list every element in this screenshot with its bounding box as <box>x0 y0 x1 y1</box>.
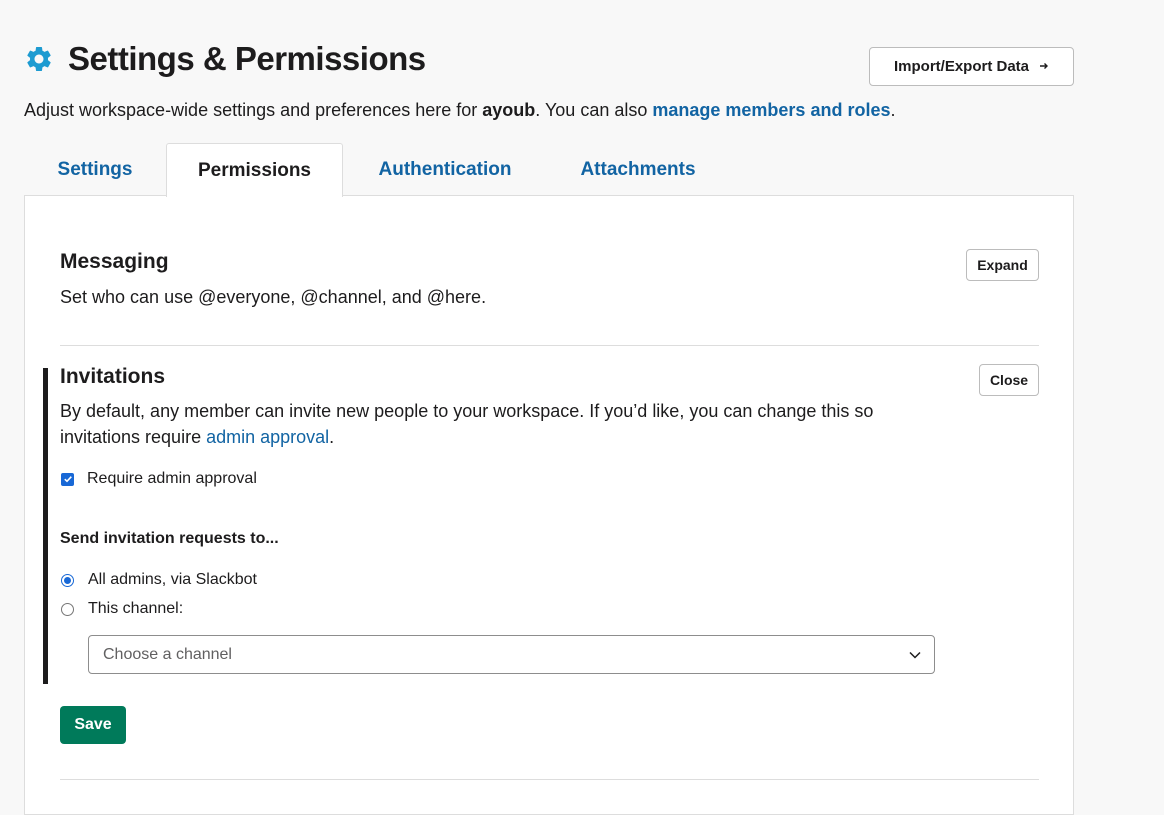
tab-settings[interactable]: Settings <box>24 143 166 196</box>
page-title: Settings & Permissions <box>68 40 426 77</box>
invitations-close-button[interactable]: Close <box>979 364 1039 396</box>
page-subtitle: Adjust workspace-wide settings and prefe… <box>24 100 896 121</box>
all-admins-label: All admins, via Slackbot <box>88 571 257 588</box>
require-approval-checkbox[interactable] <box>61 472 74 486</box>
radio-option-all-admins[interactable]: All admins, via Slackbot <box>61 571 257 589</box>
import-export-label: Import/Export Data <box>893 58 1029 75</box>
checkmark-icon <box>63 476 72 483</box>
this-channel-label: This channel: <box>88 600 184 617</box>
radio-option-this-channel[interactable]: This channel: <box>61 600 183 618</box>
manage-members-link[interactable]: manage members and roles <box>652 100 890 120</box>
save-button[interactable]: Save <box>60 706 126 744</box>
this-channel-radio[interactable] <box>61 602 74 616</box>
section-divider <box>60 345 1039 346</box>
messaging-description: Set who can use @everyone, @channel, and… <box>60 287 487 307</box>
workspace-name: ayoub <box>482 100 536 120</box>
invitations-description-suffix: . <box>329 427 335 447</box>
invitations-title: Invitations <box>60 365 166 388</box>
arrow-right-icon <box>1039 60 1049 74</box>
channel-select-placeholder: Choose a channel <box>103 645 232 663</box>
invitations-description-line2: invitations require <box>60 427 207 447</box>
channel-select[interactable]: Choose a channel <box>88 635 935 674</box>
settings-tabs: Settings Permissions Authentication Atta… <box>24 143 729 197</box>
section-divider-bottom <box>60 779 1039 780</box>
tab-authentication[interactable]: Authentication <box>343 143 547 196</box>
subtitle-suffix: . <box>890 100 896 120</box>
messaging-title: Messaging <box>60 250 169 273</box>
subtitle-prefix: Adjust workspace-wide settings and prefe… <box>24 100 483 120</box>
tab-permissions[interactable]: Permissions <box>166 143 343 197</box>
messaging-expand-button[interactable]: Expand <box>966 249 1039 281</box>
admin-approval-link[interactable]: admin approval <box>206 427 329 447</box>
chevron-down-icon <box>909 651 921 659</box>
active-section-indicator <box>43 368 48 684</box>
permissions-panel: Messaging Set who can use @everyone, @ch… <box>24 195 1074 815</box>
invitations-description: By default, any member can invite new pe… <box>60 398 960 450</box>
import-export-button[interactable]: Import/Export Data <box>869 47 1074 86</box>
gear-icon <box>24 44 54 74</box>
invitations-description-line1: By default, any member can invite new pe… <box>60 401 874 421</box>
require-approval-label: Require admin approval <box>87 470 257 487</box>
send-requests-heading: Send invitation requests to... <box>60 530 279 547</box>
all-admins-radio[interactable] <box>61 573 74 587</box>
require-approval-row[interactable]: Require admin approval <box>61 470 257 488</box>
tab-attachments[interactable]: Attachments <box>547 143 729 196</box>
subtitle-middle: . You can also <box>535 100 653 120</box>
page-header: Settings & Permissions <box>24 40 426 78</box>
